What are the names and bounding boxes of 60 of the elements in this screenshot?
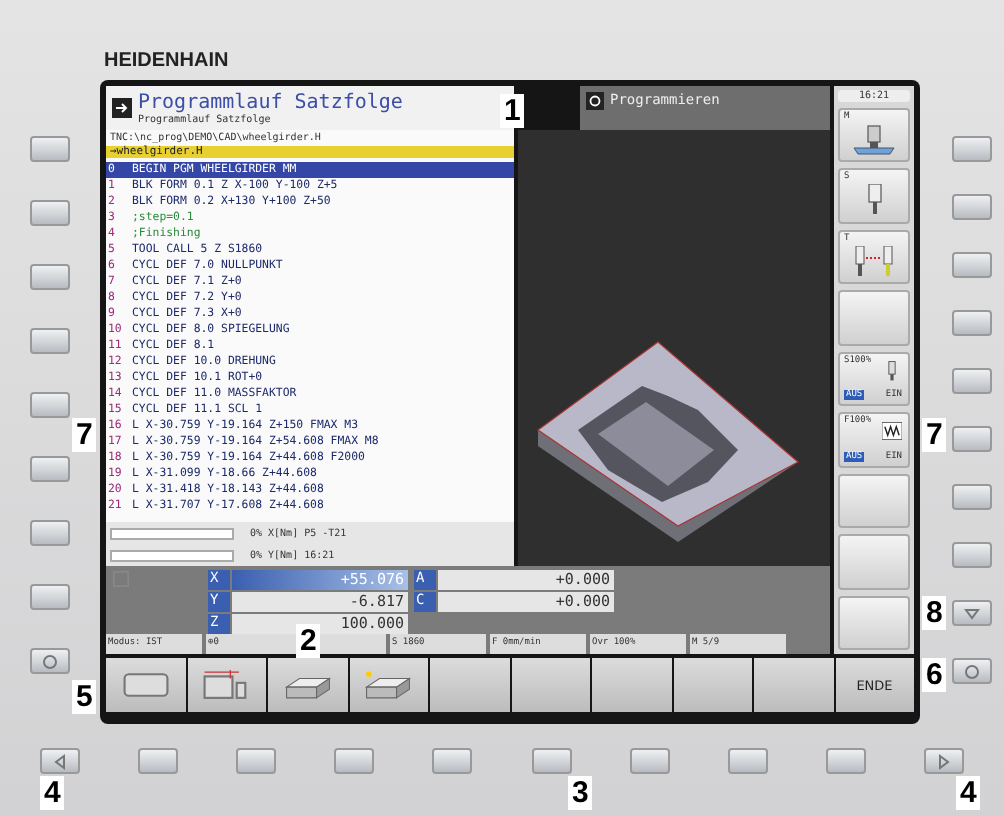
softkey-button[interactable]: [825, 748, 866, 774]
brand-logo: HEIDENHAIN: [104, 50, 229, 72]
side-key[interactable]: [952, 310, 992, 336]
side-key[interactable]: [30, 136, 70, 162]
rotate-key[interactable]: [952, 658, 992, 684]
side-key[interactable]: [952, 368, 992, 394]
side-key[interactable]: [30, 392, 70, 418]
side-key[interactable]: [952, 252, 992, 278]
side-key[interactable]: [952, 194, 992, 220]
softkey-button[interactable]: [432, 748, 473, 774]
mode-icon: [112, 98, 132, 118]
callout-number: 7: [922, 418, 947, 452]
triangle-right-icon: [937, 753, 950, 769]
side-softkey[interactable]: [838, 290, 910, 346]
side-key[interactable]: [30, 200, 70, 226]
softkey[interactable]: [106, 658, 185, 712]
softkey-button[interactable]: [236, 748, 277, 774]
triangle-left-icon: [54, 753, 66, 769]
callout-number: 5: [72, 680, 97, 714]
block-icon: [362, 670, 415, 700]
softkey[interactable]: [349, 658, 428, 712]
callout-number: 3: [568, 776, 593, 810]
side-key[interactable]: [952, 484, 992, 510]
rotate-key[interactable]: [30, 648, 70, 674]
callout-number: 4: [40, 776, 65, 810]
rectangle-icon: [119, 670, 172, 700]
side-key[interactable]: [952, 426, 992, 452]
callout-number: 2: [296, 624, 321, 658]
softkey[interactable]: [187, 658, 266, 712]
spindle-head-icon: [850, 123, 898, 156]
mode-title: Programmlauf Satzfolge: [138, 91, 403, 113]
callout-number: 1: [500, 94, 525, 128]
softkey-button[interactable]: [629, 748, 670, 774]
softkey-button[interactable]: [138, 748, 179, 774]
side-key[interactable]: [30, 328, 70, 354]
side-key[interactable]: [952, 136, 992, 162]
side-key[interactable]: [952, 542, 992, 568]
softkey-button[interactable]: [334, 748, 375, 774]
callout-number: 4: [956, 776, 981, 810]
previous-key[interactable]: [40, 748, 80, 774]
callout-number: 7: [72, 418, 97, 452]
next-key[interactable]: [923, 748, 964, 774]
triangle-down-icon: [964, 607, 980, 619]
side-key[interactable]: [30, 520, 70, 546]
spindle-icon: [882, 359, 902, 382]
side-key[interactable]: [30, 264, 70, 290]
side-key[interactable]: [30, 584, 70, 610]
softkey-button[interactable]: [727, 748, 768, 774]
page-down-key[interactable]: [952, 600, 992, 626]
side-key[interactable]: [30, 456, 70, 482]
softkey-button[interactable]: [531, 748, 572, 774]
spindle-icon: [867, 184, 881, 217]
callout-number: 8: [922, 596, 947, 630]
side-softkey[interactable]: [838, 473, 910, 529]
softkey[interactable]: [268, 658, 347, 712]
side-softkey[interactable]: [838, 534, 910, 589]
tool-change-icon: [850, 245, 898, 278]
feed-wave-icon: [882, 420, 902, 443]
callout-number: 6: [922, 658, 947, 692]
side-softkey[interactable]: [838, 595, 910, 650]
